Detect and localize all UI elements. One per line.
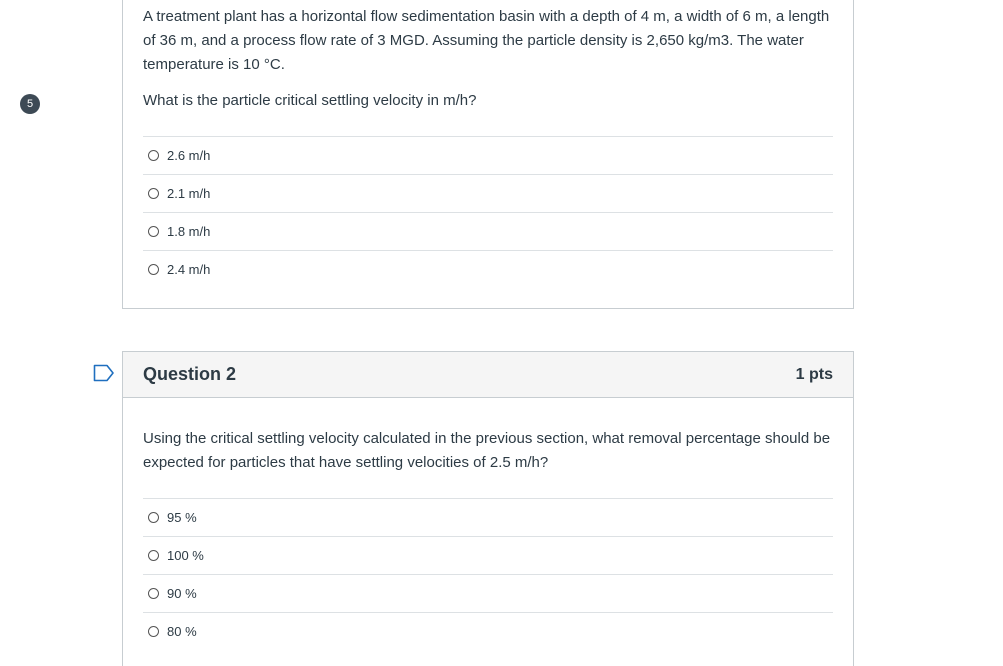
flag-outline-icon[interactable] [93,364,115,382]
answer-option[interactable]: 95 % [143,498,833,536]
answer-option[interactable]: 2.4 m/h [143,250,833,288]
answer-label: 100 % [167,548,204,563]
answer-label: 1.8 m/h [167,224,211,239]
answer-label: 80 % [167,624,197,639]
question-2-card: Question 2 1 pts Using the critical sett… [122,351,854,666]
question-2-answers: 95 % 100 % 90 % 80 % [143,498,833,650]
radio-button[interactable] [148,226,159,237]
question-number-badge: 5 [20,94,40,114]
question-2-header: Question 2 1 pts [123,352,853,398]
answer-option[interactable]: 2.6 m/h [143,136,833,174]
question-1-card: A treatment plant has a horizontal flow … [122,0,854,309]
answer-label: 95 % [167,510,197,525]
question-1-text: A treatment plant has a horizontal flow … [143,8,830,73]
radio-button[interactable] [148,264,159,275]
answer-label: 2.6 m/h [167,148,211,163]
radio-button[interactable] [148,626,159,637]
answer-option[interactable]: 80 % [143,612,833,650]
question-1-answers: 2.6 m/h 2.1 m/h 1.8 m/h 2.4 m/h [143,136,833,288]
radio-button[interactable] [148,188,159,199]
question-2-text: Using the critical settling velocity cal… [143,430,831,471]
question-1-prompt: What is the particle critical settling v… [143,92,477,109]
answer-option[interactable]: 100 % [143,536,833,574]
radio-button[interactable] [148,512,159,523]
question-points: 1 pts [795,365,833,383]
answer-option[interactable]: 1.8 m/h [143,212,833,250]
answer-label: 2.4 m/h [167,262,211,277]
radio-button[interactable] [148,550,159,561]
radio-button[interactable] [148,588,159,599]
answer-option[interactable]: 2.1 m/h [143,174,833,212]
radio-button[interactable] [148,150,159,161]
answer-label: 2.1 m/h [167,186,211,201]
question-title: Question 2 [143,364,237,384]
quiz-page: 5 A treatment plant has a horizontal flo… [0,0,1003,666]
answer-option[interactable]: 90 % [143,574,833,612]
answer-label: 90 % [167,586,197,601]
